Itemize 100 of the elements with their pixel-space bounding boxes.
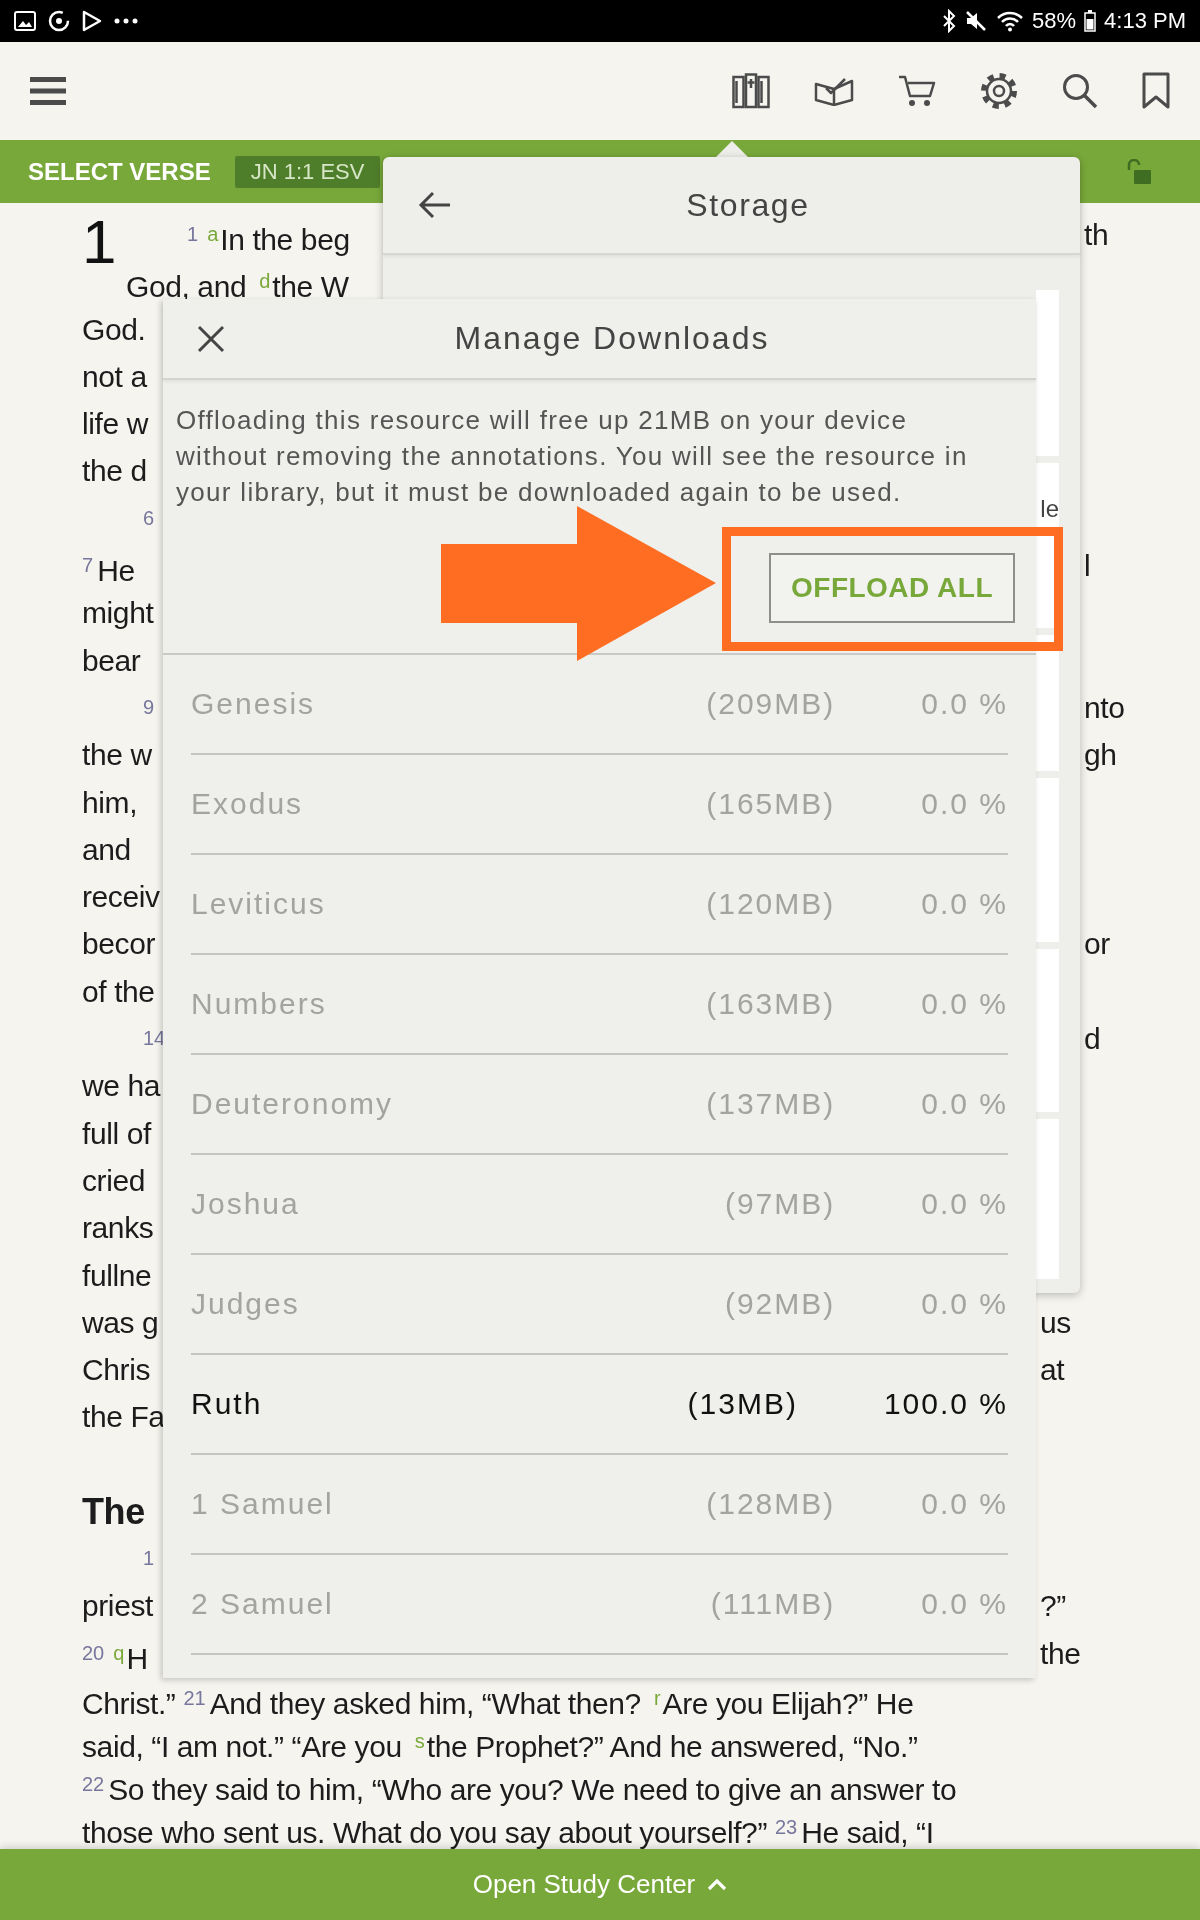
back-icon[interactable]: [418, 191, 452, 219]
book-name: 1 Samuel: [191, 1487, 334, 1521]
verse-text: Christ.”: [82, 1686, 176, 1720]
book-size: (120MB): [706, 887, 836, 921]
books-icon[interactable]: [732, 73, 770, 109]
verse-number: 23: [775, 1815, 798, 1838]
close-icon[interactable]: [197, 324, 225, 353]
verse-text: might: [82, 596, 154, 630]
verse-text: bear: [82, 643, 141, 677]
verse-text: H: [126, 1641, 148, 1675]
book-size: (13MB): [687, 1387, 798, 1421]
open-book-check-icon[interactable]: [814, 76, 854, 106]
download-percent: 0.0 %: [921, 1587, 1008, 1621]
book-name: 2 Samuel: [191, 1587, 334, 1621]
verse-number: 20: [82, 1641, 105, 1664]
bluetooth-icon: [942, 9, 956, 33]
verse-text: d: [1084, 1022, 1101, 1056]
dialog-title: Manage Downloads: [454, 320, 770, 357]
verse-text: gh: [1084, 738, 1117, 772]
verse-text: at: [1040, 1353, 1065, 1387]
bookmark-icon[interactable]: [1142, 72, 1170, 110]
download-percent: 0.0 %: [921, 987, 1008, 1021]
footnote-marker[interactable]: a: [207, 223, 219, 245]
play-icon: [82, 10, 102, 32]
battery-percent: 58%: [1032, 8, 1077, 34]
verse-text: God, and: [126, 270, 247, 304]
verse-text: priest: [82, 1589, 153, 1623]
download-percent: 0.0 %: [921, 1487, 1008, 1521]
verse-text: the w: [82, 738, 152, 772]
verse-number: 1: [187, 223, 199, 245]
verse-text: or: [1084, 927, 1110, 961]
book-size: (92MB): [724, 1287, 836, 1321]
wifi-icon: [996, 10, 1024, 32]
footnote-marker[interactable]: q: [113, 1641, 125, 1664]
verse-text: The: [82, 1490, 145, 1532]
verse-text: Chris: [82, 1353, 150, 1387]
verse-number: 7: [82, 554, 94, 577]
offload-all-button[interactable]: OFFLOAD ALL: [769, 553, 1015, 623]
verse-text: the: [1040, 1636, 1081, 1670]
verse-text: the W: [272, 270, 349, 304]
verse-text: So they said to him, “Who are you? We need to give an answer to: [108, 1772, 957, 1806]
chevron-up-icon: [707, 1878, 728, 1891]
book-size: (163MB): [706, 987, 836, 1021]
verse-text: we ha: [82, 1069, 161, 1103]
verse-text: l: [1084, 549, 1091, 583]
verse-text: full of: [82, 1116, 151, 1150]
download-percent: 100.0 %: [883, 1387, 1008, 1421]
study-center-button[interactable]: Open Study Center: [0, 1849, 1200, 1920]
verse-text: th: [1084, 218, 1109, 251]
verse-text: ?”: [1040, 1589, 1066, 1623]
verse-text: And they asked him, “What then?: [209, 1686, 641, 1720]
verse-text: us: [1040, 1305, 1071, 1339]
more-dots-icon: [114, 18, 138, 24]
download-percent: 0.0 %: [921, 687, 1008, 721]
verse-text: was g: [82, 1305, 159, 1339]
settings-icon[interactable]: [980, 72, 1018, 110]
book-size: (128MB): [706, 1487, 836, 1521]
book-size: (209MB): [706, 687, 836, 721]
select-verse-label[interactable]: SELECT VERSE: [28, 157, 211, 186]
verse-text: and: [82, 832, 131, 866]
verse-number: 21: [183, 1686, 206, 1709]
book-size: (111MB): [710, 1587, 836, 1621]
book-size: (97MB): [724, 1187, 836, 1221]
panel-title: Storage: [686, 186, 810, 224]
book-name: Deuteronomy: [191, 1087, 394, 1121]
footnote-marker[interactable]: s: [414, 1729, 425, 1752]
verse-text: life w: [82, 407, 148, 441]
verse-text: him,: [82, 785, 138, 819]
verse-text: He: [97, 554, 135, 588]
verse-text: Are you Elijah?” He: [662, 1686, 914, 1720]
verse-text: ranks: [82, 1211, 154, 1245]
book-size: (137MB): [706, 1087, 836, 1121]
dialog-description: Offloading this resource will free up 21MB on your device without removing the annotations. You will see the resource in your library, but it must be downloaded again to be used.: [176, 404, 969, 509]
verse-number: 22: [82, 1772, 105, 1795]
reference-button[interactable]: JN 1:1 ESV: [234, 155, 381, 188]
book-name: Numbers: [191, 987, 327, 1021]
download-percent: 0.0 %: [921, 1087, 1008, 1121]
verse-text: not a: [82, 359, 147, 393]
verse-text: God.: [82, 312, 146, 346]
storage-card[interactable]: [1036, 635, 1059, 771]
verse-text: nto: [1084, 690, 1125, 724]
cart-icon[interactable]: [898, 74, 936, 108]
book-name: Ruth: [191, 1387, 263, 1421]
search-icon[interactable]: [1062, 73, 1098, 109]
verse-text: becor: [82, 927, 156, 961]
verse-text: fullne: [82, 1258, 152, 1292]
chapter-number: 1: [82, 211, 118, 273]
verse-number: 6: [143, 506, 155, 529]
footnote-marker[interactable]: r: [653, 1686, 661, 1709]
footnote-marker[interactable]: d: [259, 270, 271, 293]
verse-text: receiv: [82, 880, 160, 914]
book-name: Leviticus: [191, 887, 326, 921]
mute-icon: [964, 9, 988, 33]
book-name: Exodus: [191, 787, 304, 821]
download-percent: 0.0 %: [921, 1287, 1008, 1321]
book-name: Joshua: [191, 1187, 300, 1221]
battery-icon: [1084, 10, 1097, 32]
menu-icon[interactable]: [30, 77, 66, 105]
verse-number: 1: [143, 1547, 155, 1569]
verse-text: the Fa: [82, 1400, 165, 1434]
